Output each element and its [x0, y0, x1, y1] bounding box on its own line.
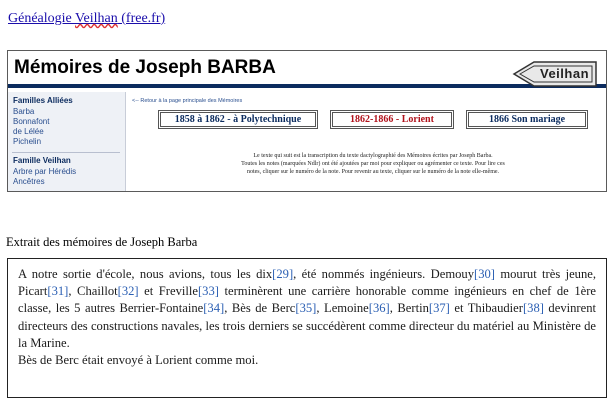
note-link-31[interactable]: [31] — [47, 284, 68, 298]
sidebar-item-arbre[interactable]: Arbre par Hérédis — [13, 167, 76, 176]
excerpt-text: , Bertin — [389, 301, 429, 316]
tab-son-mariage[interactable]: 1866 Son mariage — [468, 112, 586, 127]
excerpt-text: , Chaillot — [68, 284, 118, 299]
excerpt-text: , Bès de Berc — [224, 301, 296, 316]
excerpt-paragraph: A notre sortie d'école, nous avions, tou… — [18, 266, 596, 352]
sidebar: Familles Alliées Barba Bonnafont de Lélé… — [8, 92, 126, 191]
excerpt-text: et Freville — [138, 284, 198, 299]
sidebar-item-barba[interactable]: Barba — [13, 107, 34, 116]
sidebar-item-bonnafont[interactable]: Bonnafont — [13, 117, 49, 126]
sidebar-heading-familles-alliees: Familles Alliées — [13, 96, 73, 105]
back-to-main-link[interactable]: <-- Retour à la page principale des Mémo… — [132, 98, 242, 104]
sidebar-item-de-lelee[interactable]: de Lélée — [13, 127, 44, 136]
note-link-32[interactable]: [32] — [118, 284, 139, 298]
note-link-33[interactable]: [33] — [198, 284, 219, 298]
genealogie-veilhan-link[interactable]: Généalogie Veilhan (free.fr) — [8, 11, 165, 27]
note-link-38[interactable]: [38] — [523, 301, 544, 315]
note-link-36[interactable]: [36] — [369, 301, 390, 315]
sidebar-item-ancetres[interactable]: Ancêtres — [13, 177, 45, 186]
extrait-heading: Extrait des mémoires de Joseph Barba — [6, 235, 198, 249]
intro-line: Le texte qui suit est la transcription d… — [253, 153, 493, 159]
note-link-34[interactable]: [34] — [203, 301, 224, 315]
period-tabs: 1858 à 1862 - à Polytechnique 1862-1866 … — [158, 112, 588, 128]
tab-lorient[interactable]: 1862-1866 - Lorient — [332, 112, 452, 127]
intro-text: Le texte qui suit est la transcription d… — [158, 152, 588, 176]
note-link-35[interactable]: [35] — [295, 301, 316, 315]
excerpt-text: , été nommés ingénieurs. Demouy — [293, 267, 475, 281]
tab-polytechnique[interactable]: 1858 à 1862 - à Polytechnique — [160, 112, 316, 127]
note-link-37[interactable]: [37] — [429, 301, 450, 315]
sidebar-heading-famille-veilhan: Famille Veilhan — [13, 156, 71, 165]
note-link-29[interactable]: [29] — [272, 267, 293, 281]
excerpt-box: A notre sortie d'école, nous avions, tou… — [7, 258, 607, 398]
sidebar-divider — [12, 152, 120, 153]
veilhan-sign-icon: Veilhan — [512, 61, 598, 87]
excerpt-text: , Lemoine — [316, 301, 369, 316]
intro-line: Toutes les notes (marquées Ndlr) ont été… — [241, 161, 505, 167]
excerpt-text: et Thibaudier — [449, 301, 523, 316]
page-title: Mémoires de Joseph BARBA — [14, 57, 276, 78]
excerpt-text: A notre sortie d'école, nous avions, tou… — [18, 267, 273, 281]
intro-line: notes, cliquer sur le numéro de la note.… — [246, 169, 500, 175]
page-header: Mémoires de Joseph BARBA Veilhan — [8, 51, 606, 88]
note-link-30[interactable]: [30] — [474, 267, 495, 281]
sidebar-item-pichelin[interactable]: Pichelin — [13, 137, 41, 146]
memoires-page-screenshot: Mémoires de Joseph BARBA Veilhan Famille… — [7, 50, 607, 192]
excerpt-last-line: Bès de Berc était envoyé à Lorient comme… — [18, 353, 259, 368]
